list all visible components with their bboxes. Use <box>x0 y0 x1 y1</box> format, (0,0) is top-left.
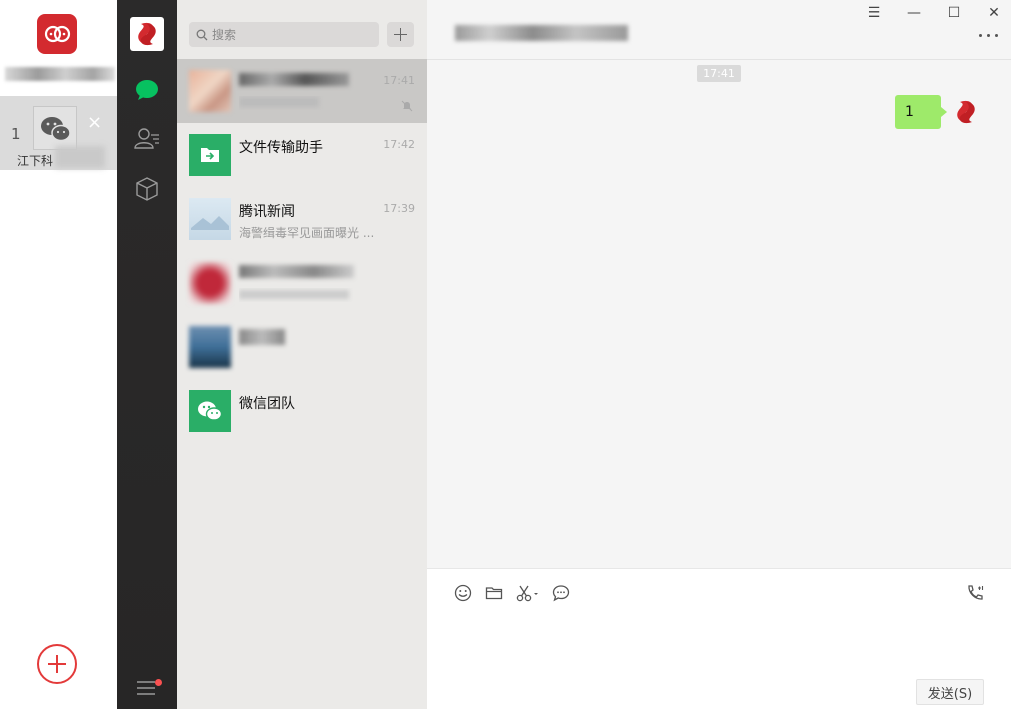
wechat-team-icon <box>189 390 231 432</box>
conversation-preview <box>239 96 379 110</box>
profile-avatar[interactable] <box>130 17 164 51</box>
conversation-avatar <box>189 326 231 368</box>
screenshot-scissors-icon[interactable] <box>515 583 541 603</box>
conversation-avatar <box>189 262 231 304</box>
chat-history-icon[interactable] <box>551 583 571 603</box>
file-transfer-icon <box>189 134 231 176</box>
conversation-name <box>239 73 349 90</box>
news-thumbnail-icon <box>189 198 231 240</box>
chat-area: ☰ — ☐ ✕ 17:41 1 发送(S) <box>427 0 1011 709</box>
conversation-item[interactable]: 腾讯新闻 17:39 海警缉毒罕见画面曝光 ... <box>177 187 427 251</box>
search-icon <box>196 29 208 41</box>
conversation-preview: 海警缉毒罕见画面曝光 ... <box>239 226 375 240</box>
conversation-name: 微信团队 <box>239 396 295 412</box>
conversation-time: 17:41 <box>383 74 415 87</box>
conversation-item[interactable]: 17:41 <box>177 59 427 123</box>
conversation-time: 17:39 <box>383 202 415 215</box>
conversation-name <box>239 329 285 349</box>
app-logo <box>37 14 77 54</box>
account-index: 1 <box>11 125 21 143</box>
account-item[interactable]: 1 × 江下科 <box>0 96 117 170</box>
message-timestamp: 17:41 <box>697 65 741 82</box>
wechat-avatar-icon <box>33 106 77 150</box>
conversation-avatar <box>189 70 231 112</box>
conversation-name: 腾讯新闻 <box>239 204 295 220</box>
conversation-name <box>239 265 354 282</box>
maximize-icon[interactable]: ☐ <box>945 4 963 22</box>
mute-bell-icon <box>401 100 413 112</box>
notification-dot <box>155 679 162 686</box>
search-input[interactable] <box>212 24 372 45</box>
emoji-icon[interactable] <box>453 583 473 603</box>
favorites-cube-icon[interactable] <box>133 175 161 203</box>
chat-icon[interactable] <box>133 76 161 104</box>
chat-title-blurred <box>455 25 628 41</box>
close-icon[interactable]: ✕ <box>985 4 1003 22</box>
message-bubble[interactable]: 1 <box>895 95 947 129</box>
conversation-item[interactable] <box>177 251 427 315</box>
conversation-name: 文件传输助手 <box>239 140 323 156</box>
contacts-icon[interactable] <box>133 125 161 153</box>
message-input-area[interactable]: 发送(S) <box>427 568 1011 709</box>
voice-call-icon[interactable] <box>965 583 985 603</box>
menu-icon[interactable] <box>133 673 161 701</box>
add-account-button[interactable] <box>37 644 77 684</box>
conversation-item[interactable]: 微信团队 <box>177 379 427 443</box>
conversation-time: 17:42 <box>383 138 415 151</box>
account-name: 江下科 <box>17 154 54 168</box>
conversation-item[interactable] <box>177 315 427 379</box>
account-name-blurred <box>5 67 115 81</box>
conversation-list: 17:41 文件传输助手 17:42 腾讯新闻 17:39 海警缉毒罕见画面曝 <box>177 0 427 709</box>
chat-header: ☰ — ☐ ✕ <box>427 0 1011 60</box>
more-options-icon[interactable] <box>979 34 999 38</box>
search-box[interactable] <box>189 22 379 47</box>
conversation-item[interactable]: 文件传输助手 17:42 <box>177 123 427 187</box>
new-chat-button[interactable] <box>387 22 414 47</box>
minimize-icon[interactable]: — <box>905 4 923 22</box>
nav-sidebar <box>117 0 177 709</box>
window-menu-icon[interactable]: ☰ <box>865 4 883 22</box>
folder-icon[interactable] <box>484 583 504 603</box>
account-detail-blurred <box>55 146 105 168</box>
account-panel: 1 × 江下科 <box>0 0 117 709</box>
conversation-preview <box>239 288 379 302</box>
account-close-icon[interactable]: × <box>87 114 102 132</box>
my-avatar[interactable] <box>949 95 983 129</box>
send-button[interactable]: 发送(S) <box>916 679 984 705</box>
